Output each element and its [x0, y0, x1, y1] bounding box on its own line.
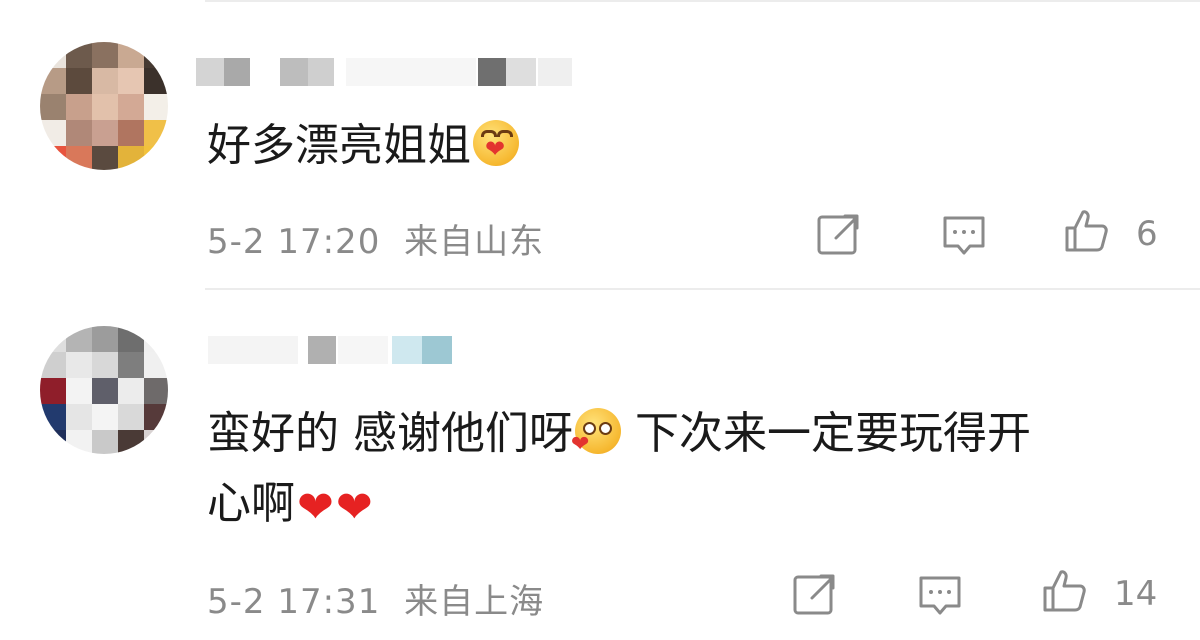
red-heart-icon: ❤: [335, 482, 373, 533]
comment-text-part2: 下次来一定要玩得开: [621, 408, 1031, 459]
share-icon[interactable]: [790, 570, 838, 618]
comment-location: 来自上海: [404, 582, 545, 622]
comment-text-content: 好多漂亮姐姐: [207, 120, 471, 171]
comment-text-line2: 心啊❤❤: [207, 472, 373, 536]
comment-text: 好多漂亮姐姐 ❤: [207, 114, 519, 178]
comment-text: 蛮好的 感谢他们呀 ❤ 下次来一定要玩得开: [207, 402, 1031, 466]
comment-time: 5-2 17:20: [207, 222, 381, 262]
shy-emoji-icon: ❤: [571, 408, 621, 456]
comment-location: 来自山东: [404, 222, 545, 262]
username-redacted[interactable]: [208, 336, 458, 364]
divider: [205, 288, 1200, 290]
heart-hug-emoji-icon: ❤: [473, 120, 519, 166]
comment-icon[interactable]: [916, 572, 964, 620]
red-heart-icon: ❤: [297, 482, 334, 533]
divider-top: [205, 0, 1200, 2]
avatar[interactable]: [40, 42, 168, 170]
like-icon[interactable]: [1062, 206, 1110, 254]
comment-meta: 5-2 17:31 来自上海: [207, 574, 544, 623]
like-count: 14: [1114, 574, 1158, 614]
comment-time: 5-2 17:31: [207, 582, 381, 622]
share-icon[interactable]: [814, 210, 862, 258]
comment-meta: 5-2 17:20 来自山东: [207, 214, 544, 263]
avatar[interactable]: [40, 326, 168, 454]
like-count: 6: [1136, 214, 1158, 254]
comment-text-part1: 蛮好的 感谢他们呀: [207, 408, 573, 459]
username-redacted[interactable]: [196, 58, 576, 86]
comment-icon[interactable]: [940, 212, 988, 260]
like-icon[interactable]: [1040, 566, 1088, 614]
comment-text-line2-content: 心啊: [207, 478, 295, 529]
